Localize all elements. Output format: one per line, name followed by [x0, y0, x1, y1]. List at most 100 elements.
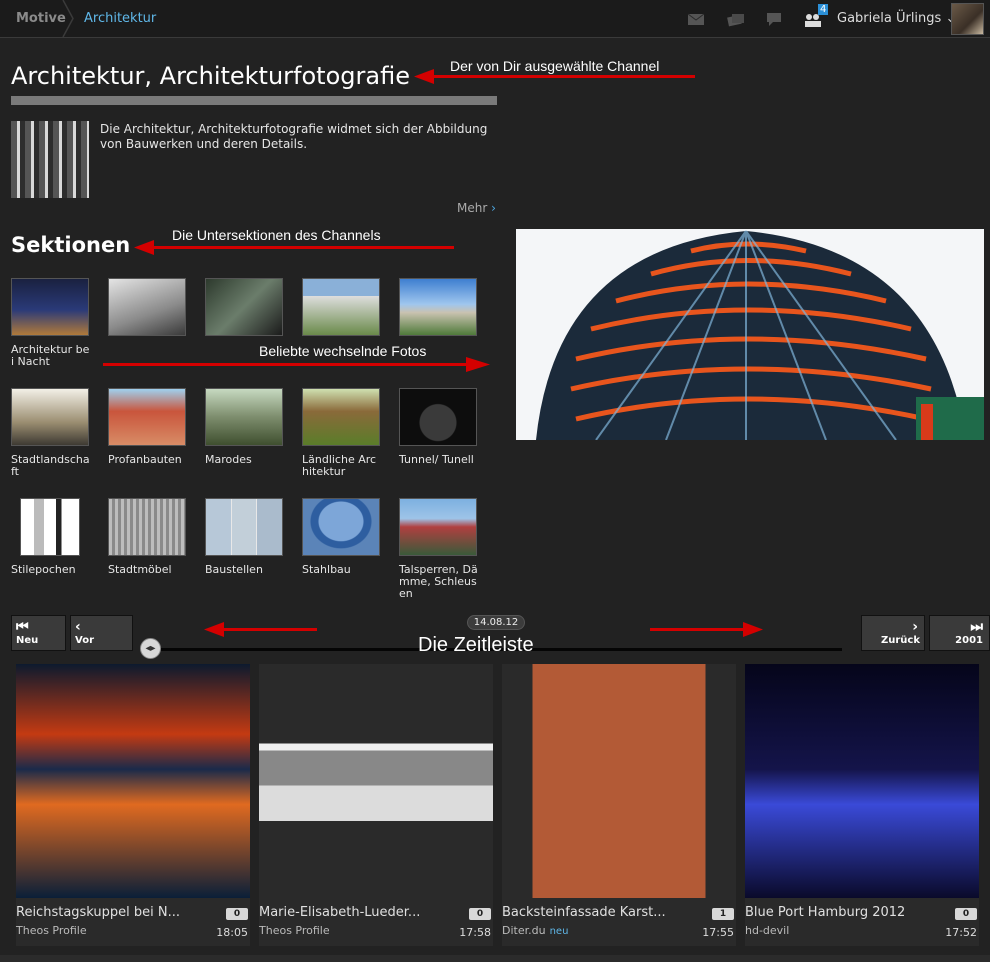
annotation-arrow	[152, 246, 454, 249]
timeline-newest-button[interactable]: ⏮ Neu	[11, 615, 66, 651]
photo-title[interactable]: Blue Port Hamburg 2012	[745, 905, 905, 920]
next-label: Zurück	[881, 635, 920, 646]
new-badge: neu	[549, 926, 569, 937]
section-thumbnail	[108, 388, 186, 446]
photo-card[interactable]: Backsteinfassade Karst... Diter.du neu 1 17:…	[502, 664, 736, 946]
author-name: Theos Profile	[259, 924, 330, 937]
featured-photo[interactable]	[516, 229, 984, 440]
timeline-handle[interactable]: ◂▸	[140, 638, 161, 659]
photo-time: 17:55	[702, 926, 734, 939]
sections-title: Sektionen	[11, 233, 131, 257]
channel-description: Die Architektur, Architekturfotografie w…	[100, 122, 488, 151]
photo-time: 17:58	[459, 926, 491, 939]
comment-count: 0	[955, 908, 977, 920]
user-menu[interactable]: Gabriela Ürlings ⌄	[837, 0, 956, 37]
arrow-right-icon	[743, 622, 763, 637]
section-tile[interactable]: Stilepochen	[11, 488, 101, 576]
photo-author[interactable]: hd-devil	[745, 924, 793, 937]
photo-card[interactable]: Blue Port Hamburg 2012 hd-devil 0 17:52	[745, 664, 979, 946]
section-tile[interactable]	[399, 268, 489, 344]
photo-title[interactable]: Marie-Elisabeth-Lueder...	[259, 905, 420, 920]
section-label: Stadtmöbel	[108, 563, 172, 576]
comment-count: 0	[469, 908, 491, 920]
annotation-arrow	[650, 628, 745, 631]
annotation-arrow	[222, 628, 317, 631]
section-tile[interactable]: Ländliche Architektur	[302, 378, 392, 478]
photo-title[interactable]: Reichstagskuppel bei N...	[16, 905, 180, 920]
section-label: Stilepochen	[11, 563, 76, 576]
notification-badge: 4	[818, 4, 829, 15]
section-label: Ländliche Architektur	[302, 453, 377, 478]
arrow-left-icon	[204, 622, 224, 637]
breadcrumb-home[interactable]: Motive	[16, 0, 66, 37]
comment-count: 1	[712, 908, 734, 920]
timeline-oldest-button[interactable]: ⏭ 2001	[929, 615, 990, 651]
section-tile[interactable]: Talsperren, Dämme, Schleusen	[399, 488, 489, 600]
photo-time: 17:52	[945, 926, 977, 939]
section-thumbnail	[11, 278, 89, 336]
top-bar: Motive Architektur 4 Gabriela Ürlings ⌄	[0, 0, 990, 38]
photo-title[interactable]: Backsteinfassade Karst...	[502, 905, 666, 920]
photo-card[interactable]: Marie-Elisabeth-Lueder... Theos Profile 0 1…	[259, 664, 493, 946]
section-thumbnail	[399, 498, 477, 556]
annotation-arrow	[103, 363, 470, 366]
annotation-subsections: Die Untersektionen des Channels	[172, 227, 381, 243]
page-title: Architektur, Architekturfotografie	[11, 62, 410, 90]
section-tile[interactable]: Tunnel/ Tunell	[399, 378, 489, 466]
user-name: Gabriela Ürlings	[837, 11, 942, 26]
annotation-channel: Der von Dir ausgewählte Channel	[450, 58, 660, 74]
skip-start-icon: ⏮	[16, 619, 29, 635]
dome-illustration	[516, 229, 984, 440]
section-tile[interactable]: Stadtmöbel	[108, 488, 198, 576]
section-tile[interactable]: Profanbauten	[108, 378, 198, 466]
photo-author[interactable]: Diter.du neu	[502, 924, 568, 937]
section-label: Marodes	[205, 453, 252, 466]
photo-thumbnail[interactable]	[16, 664, 250, 898]
timeline-next-button[interactable]: › Zurück	[861, 615, 925, 651]
photo-card[interactable]: Reichstagskuppel bei N... Theos Profile 0 1…	[16, 664, 250, 946]
mail-icon[interactable]	[687, 11, 705, 27]
section-tile[interactable]: Marodes	[205, 378, 295, 466]
author-name: Diter.du	[502, 924, 546, 937]
breadcrumb-separator-icon	[62, 0, 74, 37]
photo-thumbnail[interactable]	[259, 664, 493, 898]
annotation-popular: Beliebte wechselnde Fotos	[259, 343, 427, 359]
section-thumbnail	[399, 388, 477, 446]
photo-thumbnail[interactable]	[745, 664, 979, 898]
comment-count: 0	[226, 908, 248, 920]
more-link[interactable]: Mehr ›	[457, 201, 496, 215]
section-tile[interactable]: Baustellen	[205, 488, 295, 576]
chevron-right-icon: ›	[912, 619, 918, 635]
comments-icon[interactable]	[765, 11, 783, 27]
section-thumbnail	[20, 498, 80, 556]
section-label: Architektur bei Nacht	[11, 343, 90, 368]
photo-author[interactable]: Theos Profile	[16, 924, 91, 937]
section-thumbnail	[205, 498, 283, 556]
section-tile[interactable]	[302, 268, 392, 344]
author-name: Theos Profile	[16, 924, 87, 937]
section-tile[interactable]: Architektur bei Nacht	[11, 268, 101, 368]
section-label: Stadtlandschaft	[11, 453, 90, 478]
section-tile[interactable]	[205, 268, 295, 344]
section-thumbnail	[399, 278, 477, 336]
arrow-left-icon	[414, 69, 434, 84]
section-tile[interactable]	[108, 268, 198, 344]
skip-end-icon: ⏭	[970, 619, 983, 635]
photo-thumbnail[interactable]	[502, 664, 736, 898]
section-label: Tunnel/ Tunell	[399, 453, 474, 466]
avatar[interactable]	[951, 3, 984, 35]
arrow-right-icon	[466, 357, 490, 372]
chevron-left-icon: ‹	[75, 619, 81, 635]
timeline-prev-button[interactable]: ‹ Vor	[70, 615, 133, 651]
section-tile[interactable]: Stadtlandschaft	[11, 378, 101, 478]
photo-share-icon[interactable]	[727, 11, 745, 27]
section-tile[interactable]: Stahlbau	[302, 488, 392, 576]
section-thumbnail	[108, 278, 186, 336]
breadcrumb-current[interactable]: Architektur	[84, 0, 156, 37]
photo-author[interactable]: Theos Profile	[259, 924, 334, 937]
section-label: Profanbauten	[108, 453, 182, 466]
section-thumbnail	[108, 498, 186, 556]
section-thumbnail	[302, 388, 380, 446]
section-thumbnail	[205, 388, 283, 446]
photo-time: 18:05	[216, 926, 248, 939]
